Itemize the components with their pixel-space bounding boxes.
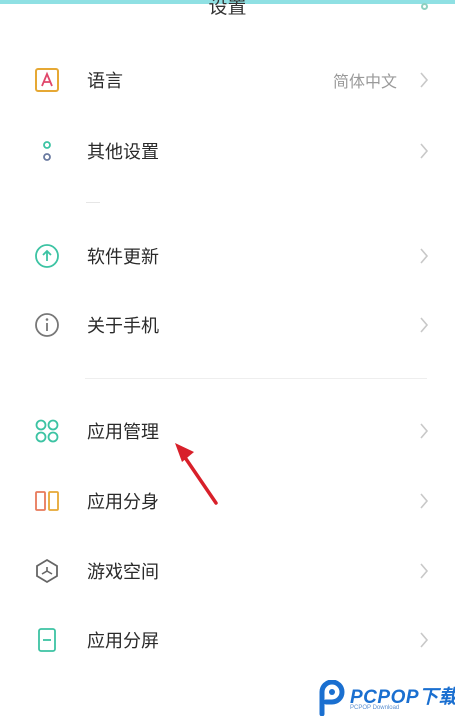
- settings-item-other[interactable]: 其他设置: [0, 121, 455, 181]
- settings-item-label: 应用分屏: [87, 631, 159, 652]
- chevron-right-icon: [420, 72, 429, 88]
- update-arrow-icon: [33, 242, 61, 270]
- settings-item-software-update[interactable]: 软件更新: [0, 226, 455, 286]
- section-gap-mark: [86, 202, 100, 203]
- settings-item-app-clone[interactable]: 应用分身: [0, 471, 455, 531]
- page-title: 设置: [208, 0, 247, 18]
- settings-item-label: 语言: [87, 71, 123, 92]
- settings-item-app-management[interactable]: 应用管理: [0, 401, 455, 461]
- settings-item-label: 应用管理: [87, 422, 159, 443]
- pcpop-logo-icon: [319, 680, 345, 716]
- game-space-icon: [33, 557, 61, 585]
- language-a-icon: [33, 66, 61, 94]
- chevron-right-icon: [420, 563, 429, 579]
- section-divider: [85, 378, 427, 379]
- settings-item-label: 其他设置: [87, 142, 159, 163]
- pcpop-watermark: PCPOP下载 PCPOP Download: [314, 676, 455, 720]
- chevron-right-icon: [420, 632, 429, 648]
- chevron-right-icon: [420, 317, 429, 333]
- settings-item-label: 软件更新: [87, 247, 159, 268]
- language-value: 简体中文: [332, 72, 397, 91]
- settings-item-split-screen[interactable]: 应用分屏: [0, 610, 455, 670]
- settings-item-language[interactable]: 语言 简体中文: [0, 50, 455, 110]
- chevron-right-icon: [420, 143, 429, 159]
- top-indicator-dot: [421, 3, 428, 10]
- split-screen-icon: [33, 626, 61, 654]
- info-icon: [33, 311, 61, 339]
- annotation-arrow-icon: [175, 443, 218, 505]
- watermark-subtitle: PCPOP Download: [350, 705, 400, 711]
- chevron-right-icon: [420, 493, 429, 509]
- settings-item-label: 关于手机: [87, 316, 159, 337]
- chevron-right-icon: [420, 423, 429, 439]
- more-dots-icon: [33, 137, 61, 165]
- settings-item-about-phone[interactable]: 关于手机: [0, 295, 455, 355]
- settings-item-label: 应用分身: [87, 492, 159, 513]
- app-clone-icon: [33, 487, 61, 515]
- settings-item-label: 游戏空间: [87, 562, 159, 583]
- chevron-right-icon: [420, 248, 429, 264]
- app-grid-icon: [33, 417, 61, 445]
- settings-item-game-space[interactable]: 游戏空间: [0, 541, 455, 601]
